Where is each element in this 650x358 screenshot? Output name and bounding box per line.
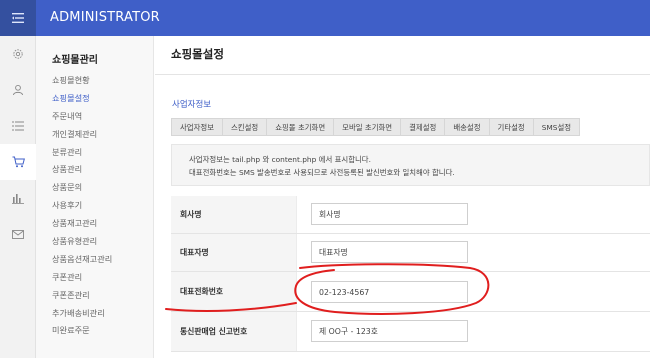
page-title: 쇼핑몰설정 [171, 47, 224, 61]
person-icon [13, 84, 23, 96]
notice-line-1: 사업자정보는 tail.php 와 content.php 에서 표시합니다. [189, 155, 371, 164]
company-name-label: 회사명 [171, 196, 297, 233]
title-divider [155, 74, 650, 75]
settings-tabs: 사업자정보 스킨설정 쇼핑몰 초기화면 모바일 초기화면 결제설정 배송설정 기… [171, 118, 581, 136]
sidebar-item-option-stock[interactable]: 상품옵션재고관리 [52, 251, 112, 269]
mail-order-no-field[interactable] [311, 320, 468, 342]
ceo-name-label: 대표자명 [171, 234, 297, 271]
tab-sms[interactable]: SMS설정 [532, 118, 581, 136]
bar-chart-icon [12, 193, 24, 204]
sidebar-item-orders[interactable]: 주문내역 [52, 108, 112, 126]
tab-shipping[interactable]: 배송설정 [444, 118, 489, 136]
cart-icon [12, 156, 25, 168]
ceo-name-field[interactable] [311, 241, 468, 263]
top-bar: ADMINISTRATOR [0, 0, 650, 36]
form-row-mail-order-no: 통신판매업 신고번호 [171, 312, 650, 352]
nav-board-button[interactable] [0, 108, 36, 144]
form-row-phone: 대표전화번호 [171, 272, 650, 312]
sidebar-item-product-qna[interactable]: 상품문의 [52, 179, 112, 197]
main-content: 쇼핑몰설정 사업자정보 사업자정보 스킨설정 쇼핑몰 초기화면 모바일 초기화면… [155, 36, 650, 358]
nav-shop-button[interactable] [0, 144, 36, 180]
form-row-ceo-name: 대표자명 [171, 234, 650, 272]
tab-etc[interactable]: 기타설정 [488, 118, 533, 136]
icon-sidebar [0, 36, 36, 358]
app-title[interactable]: ADMINISTRATOR [50, 0, 160, 36]
nav-config-button[interactable] [0, 36, 36, 72]
sidebar-item-coupon-zone[interactable]: 쿠폰존관리 [52, 287, 112, 305]
tab-mobile-main[interactable]: 모바일 초기화면 [333, 118, 401, 136]
sidebar-item-personal-payment[interactable]: 개인결제관리 [52, 126, 112, 144]
hamburger-icon [12, 13, 24, 23]
sidebar-item-stock[interactable]: 상품재고관리 [52, 215, 112, 233]
notice-line-2: 대표전화번호는 SMS 발송번호로 사용되므로 사전등록된 발신번호와 일치해야… [189, 168, 455, 177]
section-title: 사업자정보 [172, 100, 212, 110]
phone-label: 대표전화번호 [171, 272, 297, 311]
sidebar-title: 쇼핑몰관리 [52, 55, 98, 66]
gear-icon [13, 49, 23, 59]
company-name-field[interactable] [311, 203, 468, 225]
sidebar-item-product-types[interactable]: 상품유형관리 [52, 233, 112, 251]
tab-shop-main[interactable]: 쇼핑몰 초기화면 [266, 118, 334, 136]
form-row-company-name: 회사명 [171, 196, 650, 234]
tab-business-info[interactable]: 사업자정보 [171, 118, 222, 136]
mail-icon [12, 229, 24, 239]
menu-toggle-button[interactable] [0, 0, 36, 36]
sidebar-menu: 쇼핑몰현황 쇼핑몰설정 주문내역 개인결제관리 분류관리 상품관리 상품문의 사… [52, 72, 112, 340]
tab-skin[interactable]: 스킨설정 [222, 118, 267, 136]
mail-order-no-label: 통신판매업 신고번호 [171, 312, 297, 351]
sidebar-item-extra-shipping[interactable]: 추가배송비관리 [52, 305, 112, 323]
sidebar-item-categories[interactable]: 분류관리 [52, 144, 112, 162]
sidebar-item-products[interactable]: 상품관리 [52, 161, 112, 179]
sidebar-item-incomplete-orders[interactable]: 미완료주문 [52, 322, 112, 340]
sidebar-item-reviews[interactable]: 사용후기 [52, 197, 112, 215]
sidebar-item-shop-config[interactable]: 쇼핑몰설정 [52, 90, 112, 108]
sidebar-item-shop-status[interactable]: 쇼핑몰현황 [52, 72, 112, 90]
phone-field[interactable] [311, 281, 468, 303]
nav-sms-button[interactable] [0, 216, 36, 252]
list-icon [12, 121, 24, 131]
tab-payment[interactable]: 결제설정 [400, 118, 445, 136]
nav-stats-button[interactable] [0, 180, 36, 216]
sidebar: 쇼핑몰관리 쇼핑몰현황 쇼핑몰설정 주문내역 개인결제관리 분류관리 상품관리 … [36, 36, 154, 358]
info-notice: 사업자정보는 tail.php 와 content.php 에서 표시합니다. … [171, 144, 650, 186]
sidebar-item-coupons[interactable]: 쿠폰관리 [52, 269, 112, 287]
nav-member-button[interactable] [0, 72, 36, 108]
